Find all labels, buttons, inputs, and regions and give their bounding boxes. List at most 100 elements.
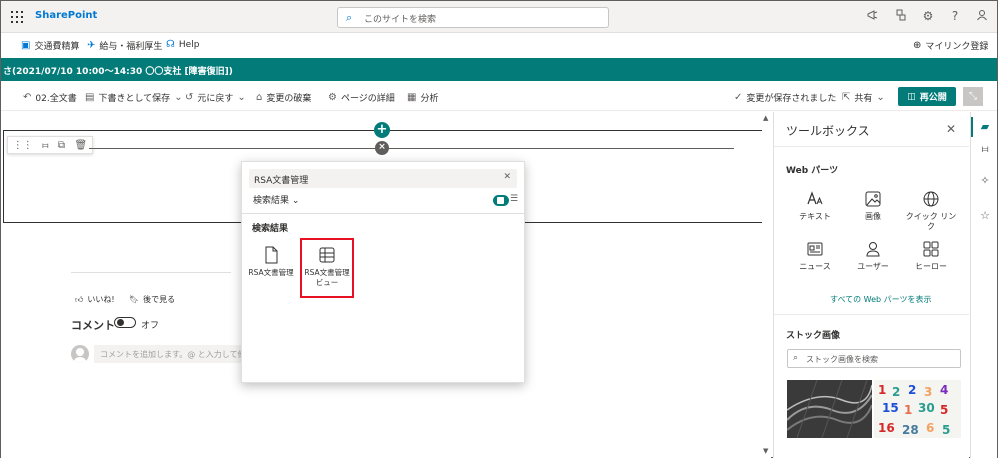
person-icon[interactable] [974,9,990,24]
help-icon[interactable]: ? [947,9,963,23]
avatar [71,345,89,363]
search-placeholder: このサイトを検索 [364,15,437,25]
star-icon[interactable]: ☆ [978,209,992,223]
results-title: 検索結果 [252,224,289,234]
active-indicator [971,117,973,137]
globe-icon: ⊕ [913,40,922,51]
app-launcher-icon[interactable] [11,11,23,23]
user-icon [866,242,880,257]
svg-text:2: 2 [908,383,916,397]
quick-link-help[interactable]: ☊ Help [166,39,199,50]
svg-text:28: 28 [902,423,919,437]
webpart-search-input[interactable]: RSA文書管理 ✕ [249,169,517,188]
webpart-news[interactable]: ニュース [786,240,844,272]
scroll-down-icon[interactable]: ▼ [763,447,768,455]
my-links-button[interactable]: ⊕ マイリンク登録 [913,39,988,52]
like-button[interactable]: 👍︎ いいね! [75,294,115,305]
list-view-icon[interactable]: ☰ [510,194,518,204]
share-icon[interactable] [893,9,909,24]
show-all-webparts-link[interactable]: すべての Web パーツを表示 [830,294,932,305]
save-for-later-button[interactable]: 🔖︎ 後で見る [129,294,175,305]
stock-image-art: 1 2 2 3 4 15 1 30 5 16 28 6 5 [874,380,961,438]
webpart-image[interactable]: 画像 [844,190,902,222]
quick-links-bar: ▣ 交通費精算 ✈ 給与・福利厚生 ☊ Help ⊕ マイリンク登録 [1,34,997,57]
news-icon [807,242,823,256]
result-item-rsa-document-view[interactable]: RSA文書管理ビュー [300,238,354,298]
collapse-icon[interactable]: ⤡ [963,87,983,106]
analytics-icon: ▦ [407,92,417,103]
webpart-picker: RSA文書管理 ✕ 検索結果 ⌄ ☰ 検索結果 RSA文書管理 RSA文書管理ビ… [241,161,525,383]
add-webpart-icon[interactable]: + [374,122,390,138]
site-search-input[interactable]: ⌕ このサイトを検索 [337,7,609,28]
chevron-down-icon: ⌄ [174,92,183,103]
webpart-user[interactable]: ユーザー [844,240,902,272]
canvas-scrollbar[interactable]: ▲ ▼ [762,112,771,458]
svg-text:30: 30 [918,401,935,415]
quick-link-salary[interactable]: ✈ 給与・福利厚生 [87,39,162,52]
page-details-button[interactable]: ⚙ ページの詳細 [328,91,395,104]
search-icon: ⌕ [793,353,799,363]
search-icon: ⌕ [346,11,353,24]
svg-text:16: 16 [878,421,895,435]
webpart-quick-links[interactable]: クイック リンク [902,190,960,232]
republish-button[interactable]: ◫ 再公開 [898,87,956,106]
image-icon [865,191,881,207]
svg-text:3: 3 [924,385,932,399]
share-button[interactable]: ⇱ 共有 ⌄ [842,91,885,104]
comments-toggle-label: オフ [141,321,160,331]
svg-text:5: 5 [942,423,950,437]
grid-view-toggle[interactable] [493,195,509,206]
webparts-title: Web パーツ [786,166,839,176]
gear-icon[interactable]: ⚙ [920,9,936,23]
divider [774,146,969,147]
brand-name[interactable]: SharePoint [35,10,97,21]
drag-handle-icon[interactable]: ⋮⋮ [13,140,33,151]
gear-icon: ⚙ [328,92,337,103]
delete-icon[interactable]: 🗑 [75,140,88,151]
settings-sliders-icon[interactable]: ⧦ [978,142,992,156]
suite-bar: SharePoint ⌕ このサイトを検索 ⚙ ? [1,1,997,33]
quick-link-transport[interactable]: ▣ 交通費精算 [21,39,79,52]
thumbs-up-icon: 👍︎ [75,294,84,304]
svg-text:1: 1 [904,403,912,417]
headset-icon: ☊ [166,39,175,50]
clear-icon[interactable]: ✕ [503,172,511,182]
webpart-text[interactable]: テキスト [786,190,844,222]
stock-image-search-input[interactable]: ⌕ ストック画像を検索 [787,349,961,368]
close-icon[interactable]: × [375,141,389,155]
svg-text:6: 6 [926,421,934,435]
design-ideas-icon[interactable]: ✧ [978,174,992,188]
chevron-down-icon: ⌄ [876,92,885,103]
result-item-rsa-document[interactable]: RSA文書管理 [244,240,298,298]
airplane-icon: ✈ [87,40,96,51]
stock-images-title: ストック画像 [786,331,841,341]
comment-input[interactable]: コメントを追加します。@ と入力して他のユーザーに [94,345,254,363]
divider [71,272,231,273]
stock-image-cables[interactable] [787,380,872,438]
close-icon[interactable]: ✕ [946,122,956,136]
comments-toggle[interactable] [114,317,136,328]
document-icon [265,246,278,264]
webpart-hero[interactable]: ヒーロー [902,240,960,272]
page-title-bar: さ(2021/07/10 10:00～14:30 〇〇支社 [障害復旧]) [1,58,997,81]
hero-icon [923,241,939,257]
discard-changes-button[interactable]: ⌂ 変更の破棄 [256,91,311,104]
toolbox-icon[interactable]: ▰ [978,120,992,134]
duplicate-icon[interactable]: ⧉ [58,140,65,151]
save-draft-button[interactable]: ▤ 下書きとして保存 ⌄ [85,91,183,104]
filter-dropdown[interactable]: 検索結果 ⌄ [253,193,299,206]
stock-image-numbers[interactable]: 1 2 2 3 4 15 1 30 5 16 28 6 5 [874,380,961,438]
section-toolbar: ⋮⋮ ⧦ ⧉ 🗑 [7,136,93,154]
bus-icon: ▣ [21,40,31,51]
stock-image-art [787,380,872,438]
divider [242,213,524,214]
right-rail: ▰ ⧦ ✧ ☆ [970,112,997,458]
share-icon: ⇱ [842,92,851,103]
undo-button[interactable]: ↺ 元に戻す ⌄ [185,91,246,104]
scroll-up-icon[interactable]: ▲ [763,114,768,122]
analytics-button[interactable]: ▦ 分析 [407,91,438,104]
page-button[interactable]: ↶ 02.全文書 [23,91,77,104]
settings-icon[interactable]: ⧦ [42,140,48,151]
discard-icon: ⌂ [256,92,263,103]
megaphone-icon[interactable] [865,9,881,24]
